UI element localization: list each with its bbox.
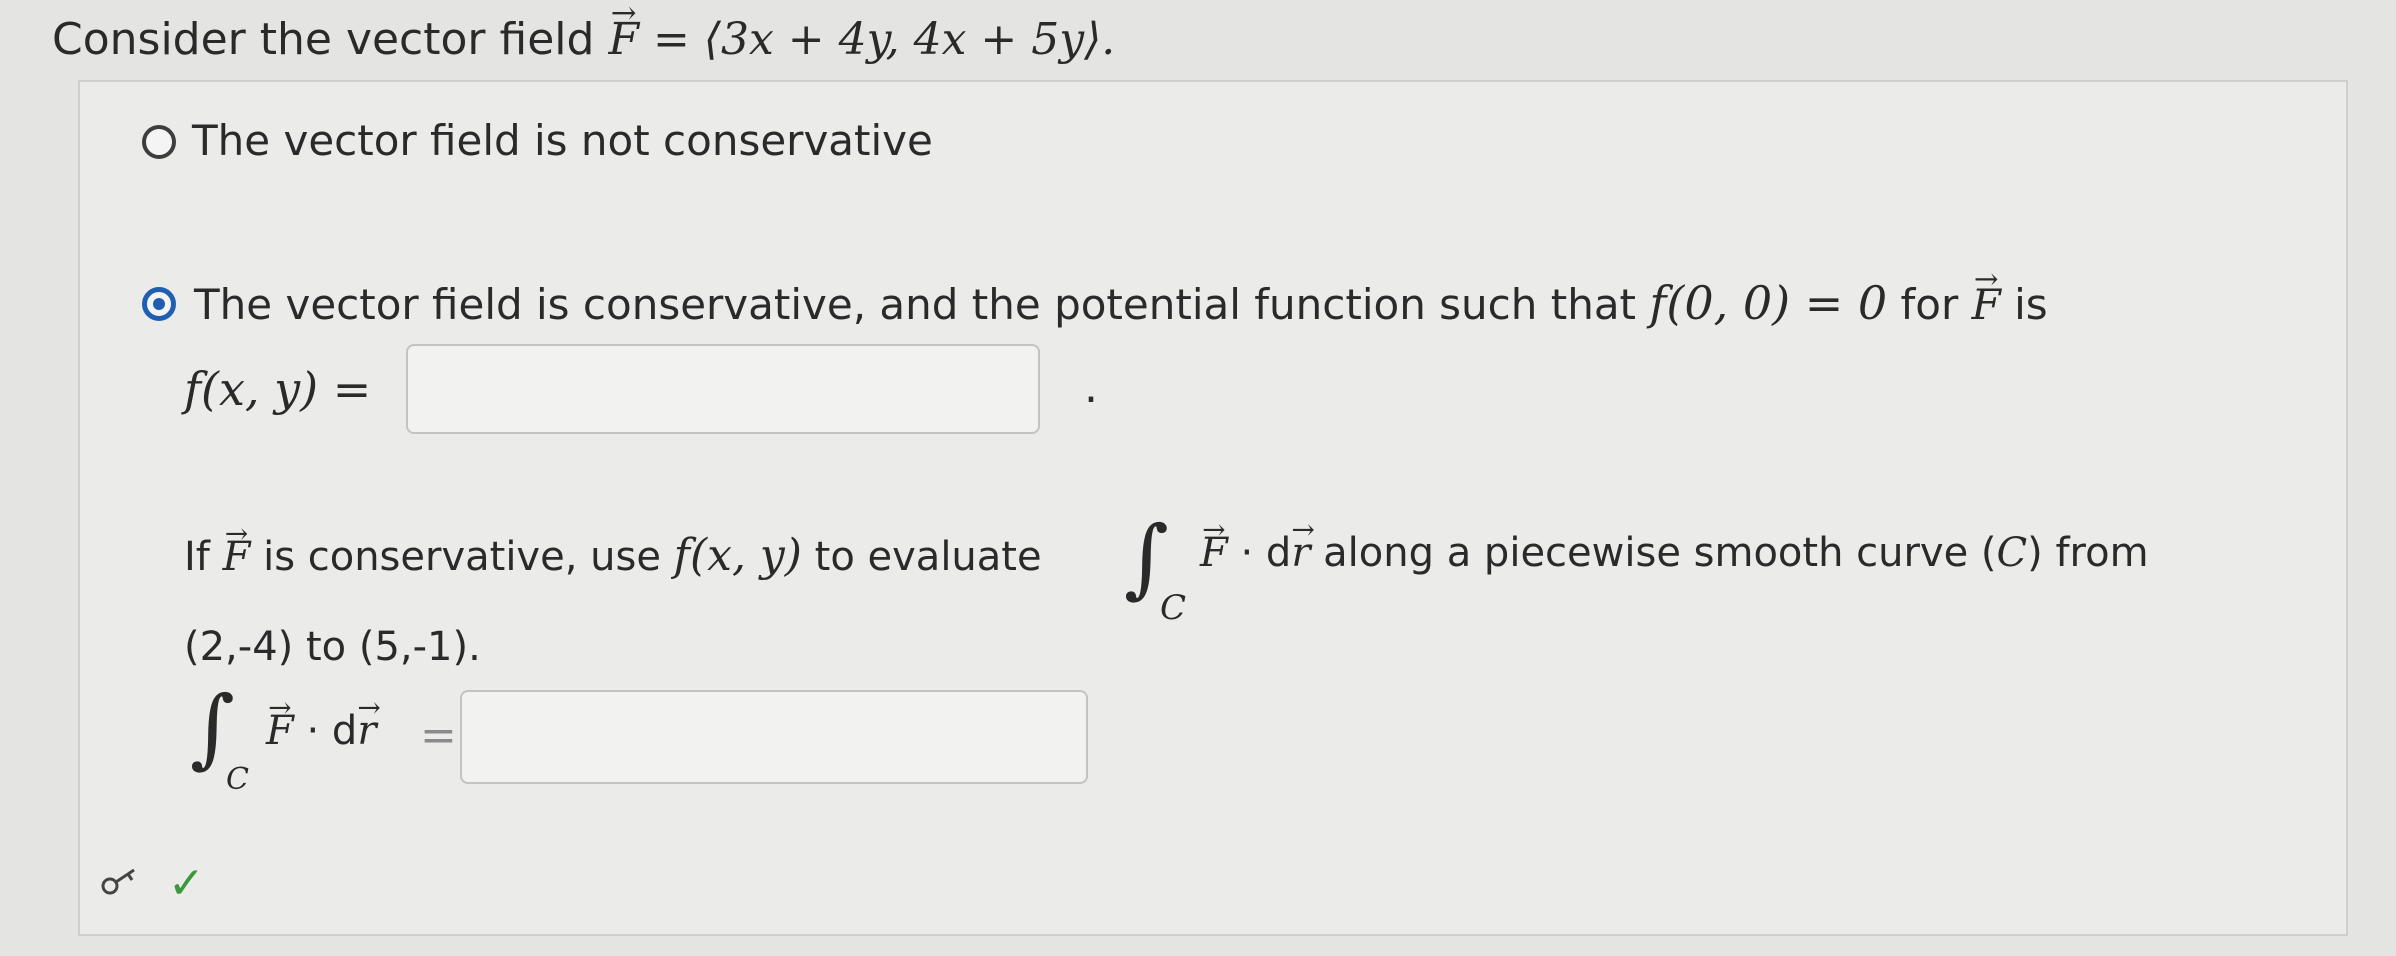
check-icon: ✓ xyxy=(168,858,205,909)
option-not-conservative-label: The vector field is not conservative xyxy=(192,116,933,165)
answer-integrand: F · dr xyxy=(266,691,377,754)
question-text: Consider the vector field F = ⟨3x + 4y, … xyxy=(52,0,1115,65)
line-integral-instruction: If F is conservative, use f(x, y) to eva… xyxy=(184,517,1042,581)
line-integral-instruction-cont: F · dr along a piecewise smooth curve (C… xyxy=(1200,513,2149,576)
answer-equals: = xyxy=(420,710,457,761)
curve-endpoints: (2,-4) to (5,-1). xyxy=(184,624,481,670)
potential-lhs: f(x, y) = xyxy=(184,362,372,416)
potential-function-input[interactable] xyxy=(406,344,1040,434)
integral-subscript-C: C xyxy=(1160,588,1187,628)
option-conservative-label: The vector field is conservative, and th… xyxy=(194,262,2048,330)
line-integral-input[interactable] xyxy=(460,690,1088,784)
key-icon[interactable] xyxy=(98,862,148,902)
radio-conservative[interactable] xyxy=(142,287,176,321)
vector-F: F xyxy=(608,0,639,65)
radio-not-conservative[interactable] xyxy=(142,125,176,159)
answer-integral-subscript-C: C xyxy=(226,762,249,797)
answer-panel xyxy=(78,80,2348,936)
period: . xyxy=(1084,362,1098,413)
